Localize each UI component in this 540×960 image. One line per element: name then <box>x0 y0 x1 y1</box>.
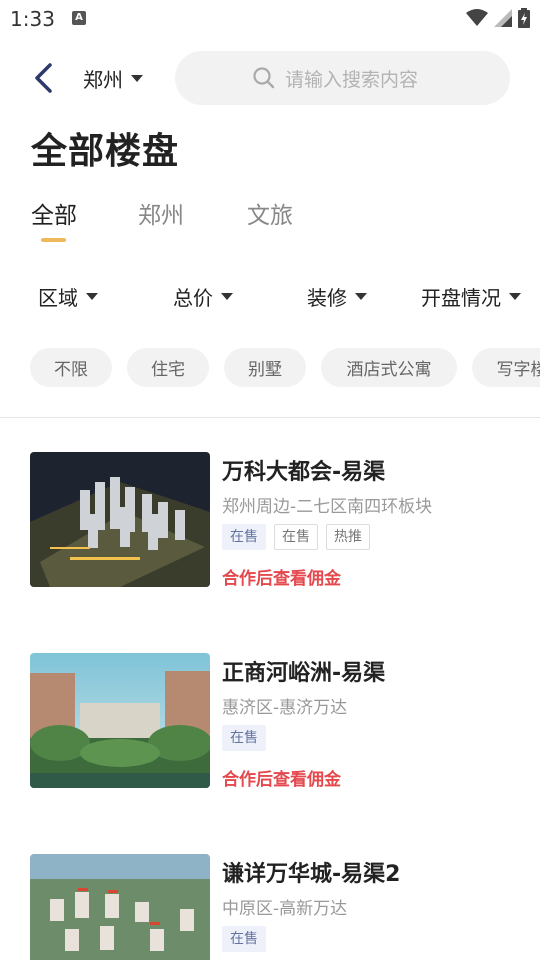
listing-location: 郑州周边-二七区南四环板块 <box>222 497 433 517</box>
listing-name: 万科大都会-易渠 <box>222 460 386 485</box>
status-time: 1:33 <box>10 7 55 31</box>
filter-opening-status[interactable]: 开盘情况 <box>421 282 521 311</box>
city-selector[interactable]: 郑州 <box>83 64 143 92</box>
status-badge: 在售 <box>222 926 266 952</box>
status-bar: 1:33 A <box>0 0 540 38</box>
listing-tags: 在售 <box>222 725 266 751</box>
hot-badge: 热推 <box>326 524 370 550</box>
chevron-down-icon <box>509 293 521 300</box>
back-arrow-icon[interactable] <box>30 62 58 94</box>
chip-villa[interactable]: 别墅 <box>224 348 306 387</box>
status-badge: 在售 <box>222 725 266 751</box>
listing-location: 中原区-高新万达 <box>222 899 348 919</box>
active-tab-indicator <box>41 238 66 242</box>
city-label: 郑州 <box>83 67 123 92</box>
header: 郑州 请输入搜索内容 <box>0 50 540 106</box>
status-icons <box>466 8 530 28</box>
listing-location: 惠济区-惠济万达 <box>222 698 348 718</box>
notification-icon: A <box>72 11 86 25</box>
chip-serviced-apartment[interactable]: 酒店式公寓 <box>321 348 457 387</box>
chip-office[interactable]: 写字楼 <box>472 348 540 387</box>
wifi-icon <box>466 9 488 26</box>
listing-item[interactable]: 万科大都会-易渠 郑州周边-二七区南四环板块 在售 在售 热推 合作后查看佣金 <box>30 452 520 589</box>
listing-tags: 在售 <box>222 926 266 952</box>
signal-icon <box>494 9 512 27</box>
filter-decoration[interactable]: 装修 <box>307 282 367 311</box>
search-icon <box>253 67 275 89</box>
listing-photo <box>30 854 210 960</box>
chevron-down-icon <box>355 293 367 300</box>
search-input[interactable]: 请输入搜索内容 <box>175 51 510 105</box>
commission-link[interactable]: 合作后查看佣金 <box>222 765 341 790</box>
divider <box>0 417 540 418</box>
filter-bar: 区域 总价 装修 开盘情况 <box>0 282 540 312</box>
filter-region[interactable]: 区域 <box>38 282 98 311</box>
tab-wenlv[interactable]: 文旅 <box>247 196 293 230</box>
chevron-down-icon <box>131 74 143 82</box>
tab-all[interactable]: 全部 <box>31 196 77 230</box>
chip-unlimited[interactable]: 不限 <box>30 348 112 387</box>
tab-zhengzhou[interactable]: 郑州 <box>138 196 184 230</box>
filter-total-price[interactable]: 总价 <box>173 282 233 311</box>
filter-region-label: 区域 <box>38 286 78 310</box>
listing-photo <box>30 452 210 587</box>
filter-total-price-label: 总价 <box>173 286 213 310</box>
property-type-chips: 不限 住宅 别墅 酒店式公寓 写字楼 <box>0 348 540 388</box>
search-placeholder: 请输入搜索内容 <box>285 68 419 91</box>
filter-decoration-label: 装修 <box>307 286 347 310</box>
battery-icon <box>518 8 530 28</box>
listing-name: 正商河峪洲-易渠 <box>222 661 386 686</box>
chevron-down-icon <box>86 293 98 300</box>
category-tabs: 全部 郑州 文旅 <box>0 196 540 246</box>
page-title: 全部楼盘 <box>31 131 180 172</box>
chip-residential[interactable]: 住宅 <box>127 348 209 387</box>
listing-name: 谦详万华城-易渠2 <box>222 862 401 887</box>
filter-opening-status-label: 开盘情况 <box>421 286 501 310</box>
listing-photo <box>30 653 210 788</box>
commission-link[interactable]: 合作后查看佣金 <box>222 564 341 589</box>
listing-tags: 在售 在售 热推 <box>222 524 370 550</box>
status-badge: 在售 <box>274 524 318 550</box>
listing-item[interactable]: 正商河峪洲-易渠 惠济区-惠济万达 在售 合作后查看佣金 <box>30 653 520 790</box>
status-badge: 在售 <box>222 524 266 550</box>
listing-item[interactable]: 谦详万华城-易渠2 中原区-高新万达 在售 <box>30 854 520 960</box>
chevron-down-icon <box>221 293 233 300</box>
